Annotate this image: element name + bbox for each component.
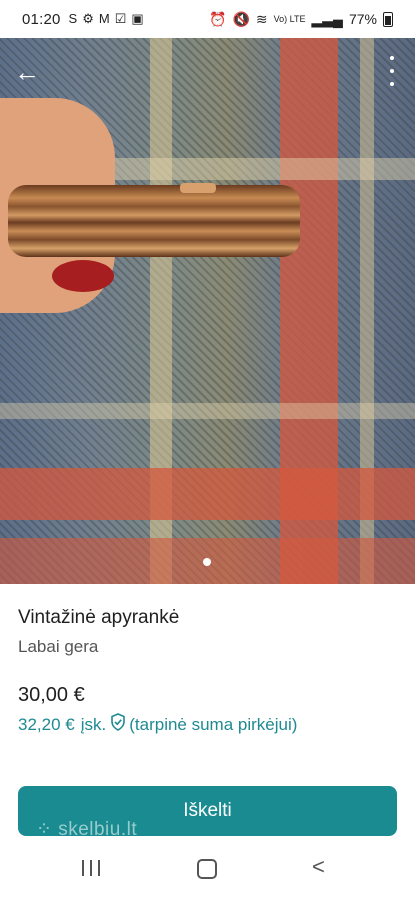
plaid-stripe [0, 403, 415, 419]
mute-icon: 🔇 [232, 10, 250, 27]
gmail-icon: M [98, 11, 110, 26]
check-icon: ☑ [114, 11, 127, 26]
home-icon[interactable] [197, 859, 217, 879]
status-notification-icons: S ⚙ M ☑ ▣ [69, 12, 144, 26]
bracelet-clasp [180, 183, 216, 193]
product-title: Vintažinė apyrankė [18, 607, 180, 628]
product-price: 30,00 € [18, 684, 85, 706]
plaid-stripe [0, 468, 415, 520]
alarm-icon: ⏰ [209, 10, 227, 27]
nav-back-icon[interactable]: < [312, 856, 325, 878]
network-label: Vo) LTE [273, 14, 306, 24]
battery-icon [383, 11, 393, 27]
more-options-icon[interactable] [387, 56, 397, 86]
watermark-text: skelbiu.lt [58, 819, 138, 840]
back-arrow-icon[interactable]: ← [14, 59, 40, 86]
recents-icon[interactable] [82, 860, 100, 876]
gear-icon: ⚙ [82, 11, 94, 26]
status-system-icons: ⏰ 🔇 ≋ Vo) LTE ▂▃▄ 77% [209, 0, 393, 38]
wifi-icon: ≋ [255, 10, 268, 27]
price-total-info[interactable]: 32,20 € įsk. (tarpinė suma pirkėjui) [18, 713, 297, 736]
skype-icon: S [68, 11, 78, 26]
product-condition: Labai gera [18, 637, 99, 656]
system-nav-bar: < [0, 840, 415, 900]
shield-check-icon [110, 713, 126, 736]
status-time: 01:20 [22, 10, 61, 28]
gallery-page-indicator [203, 558, 211, 566]
battery-percent: 77% [348, 11, 377, 27]
price-total-note: (tarpinė suma pirkėjui) [129, 714, 298, 734]
watermark-logo: ⁘ skelbiu.lt [36, 819, 138, 840]
status-bar: 01:20 S ⚙ M ☑ ▣ ⏰ 🔇 ≋ Vo) LTE ▂▃▄ 77% [0, 0, 415, 38]
gallery-icon: ▣ [131, 11, 144, 26]
bracelet-photo [8, 185, 300, 257]
price-total-suffix: įsk. [80, 714, 107, 734]
signal-icon: ▂▃▄ [311, 10, 343, 27]
price-total-amount: 32,20 € [18, 714, 75, 734]
fingernail-photo [52, 260, 114, 292]
